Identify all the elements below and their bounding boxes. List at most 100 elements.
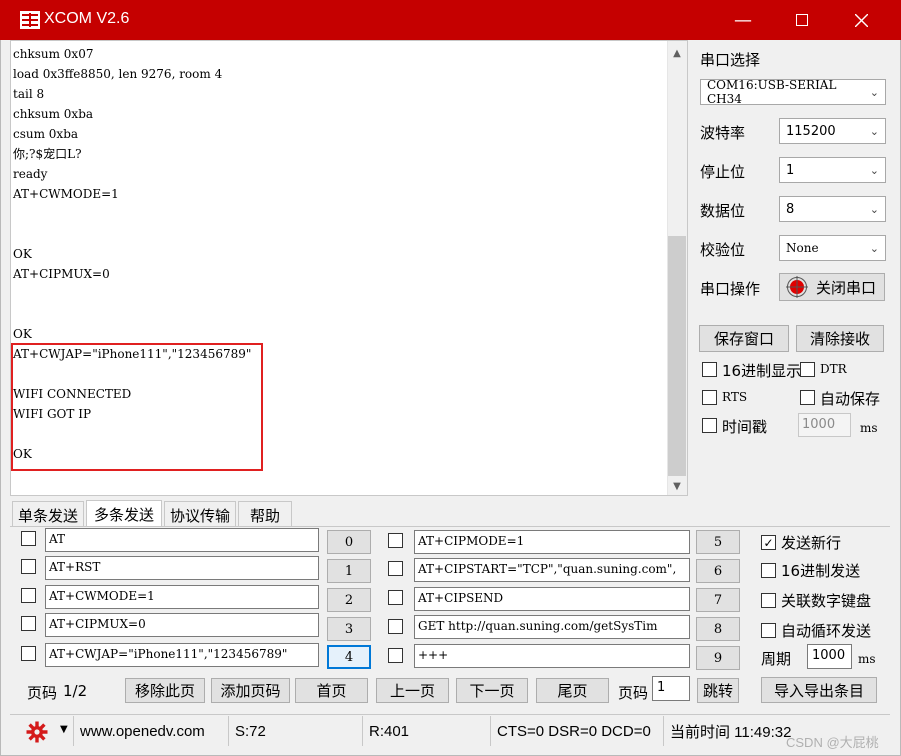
baud-select[interactable]: 115200 ⌄ bbox=[779, 118, 886, 144]
save-window-button[interactable]: 保存窗口 bbox=[699, 325, 789, 352]
page-value: 1/2 bbox=[63, 682, 88, 700]
send-button[interactable]: 1 bbox=[327, 559, 371, 583]
chevron-down-icon: ⌄ bbox=[869, 163, 879, 177]
port-status-icon bbox=[786, 276, 808, 298]
rts-checkbox[interactable] bbox=[702, 390, 717, 405]
data-bits-select[interactable]: 8 ⌄ bbox=[779, 196, 886, 222]
send-input[interactable]: +++ bbox=[414, 644, 690, 668]
send-button[interactable]: 5 bbox=[696, 530, 740, 554]
stop-bits-label: 停止位 bbox=[700, 163, 746, 181]
page-label: 页码 bbox=[27, 684, 58, 702]
send-button[interactable]: 8 bbox=[696, 617, 740, 641]
timestamp-input[interactable]: 1000 bbox=[798, 413, 851, 437]
dtr-checkbox[interactable] bbox=[800, 362, 815, 377]
send-button[interactable]: 0 bbox=[327, 530, 371, 554]
row-checkbox[interactable] bbox=[388, 619, 403, 634]
menu-dropdown-icon[interactable]: ▼ bbox=[60, 724, 68, 735]
hex-display-checkbox[interactable] bbox=[702, 362, 717, 377]
timestamp-unit: ms bbox=[860, 421, 878, 435]
stop-bits-value: 1 bbox=[786, 162, 795, 178]
row-checkbox[interactable] bbox=[21, 559, 36, 574]
send-newline-checkbox[interactable]: ✓ bbox=[761, 535, 776, 550]
send-button[interactable]: 2 bbox=[327, 588, 371, 612]
receive-line: load 0x3ffe8850, len 9276, room 4 bbox=[13, 67, 223, 81]
remove-page-button[interactable]: 移除此页 bbox=[125, 678, 205, 703]
port-select[interactable]: COM16:USB-SERIAL CH34 ⌄ bbox=[700, 78, 886, 106]
row-checkbox[interactable] bbox=[388, 590, 403, 605]
send-input[interactable]: AT+CIPSTART="TCP","quan.suning.com", bbox=[414, 558, 690, 582]
window-title: XCOM V2.6 bbox=[44, 10, 130, 27]
send-input[interactable]: AT+CIPSEND bbox=[414, 587, 690, 611]
jump-button[interactable]: 跳转 bbox=[697, 678, 739, 703]
row-checkbox[interactable] bbox=[21, 588, 36, 603]
row-checkbox[interactable] bbox=[21, 646, 36, 661]
clear-receive-button[interactable]: 清除接收 bbox=[796, 325, 884, 352]
dtr-label: DTR bbox=[820, 362, 847, 376]
xcom-logo-icon bbox=[20, 11, 40, 29]
scroll-up-icon[interactable]: ▲ bbox=[668, 44, 686, 62]
row-checkbox[interactable] bbox=[388, 561, 403, 576]
tab-multi-send[interactable]: 多条发送 bbox=[86, 500, 162, 528]
data-bits-label: 数据位 bbox=[700, 202, 746, 220]
receive-line bbox=[13, 204, 663, 224]
send-button[interactable]: 4 bbox=[327, 645, 371, 669]
chevron-down-icon: ⌄ bbox=[869, 202, 879, 216]
baud-label: 波特率 bbox=[700, 124, 746, 142]
baud-value: 115200 bbox=[786, 123, 836, 139]
receive-line: 你;?$宠口L? bbox=[13, 147, 82, 161]
send-button[interactable]: 3 bbox=[327, 617, 371, 641]
tab-help[interactable]: 帮助 bbox=[238, 501, 292, 528]
tab-protocol[interactable]: 协议传输 bbox=[164, 501, 236, 528]
scrollbar-thumb[interactable] bbox=[668, 236, 686, 476]
add-page-button[interactable]: 添加页码 bbox=[211, 678, 290, 703]
checkmark-icon: ✓ bbox=[763, 535, 774, 550]
stop-bits-select[interactable]: 1 ⌄ bbox=[779, 157, 886, 183]
tab-single-send[interactable]: 单条发送 bbox=[12, 501, 84, 528]
keypad-label: 关联数字键盘 bbox=[781, 592, 872, 610]
send-input[interactable]: AT+CIPMODE=1 bbox=[414, 530, 690, 554]
maximize-button[interactable] bbox=[772, 0, 832, 40]
keypad-checkbox[interactable] bbox=[761, 593, 776, 608]
close-button[interactable] bbox=[831, 0, 891, 40]
parity-select[interactable]: None ⌄ bbox=[779, 235, 886, 261]
receive-line: chksum 0xba bbox=[13, 107, 94, 121]
auto-loop-checkbox[interactable] bbox=[761, 623, 776, 638]
send-button[interactable]: 9 bbox=[696, 646, 740, 670]
port-value: COM16:USB-SERIAL CH34 bbox=[707, 78, 837, 106]
send-button[interactable]: 6 bbox=[696, 559, 740, 583]
row-checkbox[interactable] bbox=[21, 531, 36, 546]
timestamp-checkbox[interactable] bbox=[702, 418, 717, 433]
prev-page-button[interactable]: 上一页 bbox=[376, 678, 449, 703]
last-page-button[interactable]: 尾页 bbox=[536, 678, 609, 703]
send-input[interactable]: AT bbox=[45, 528, 319, 552]
receive-line bbox=[13, 304, 663, 324]
line-status: CTS=0 DSR=0 DCD=0 bbox=[490, 716, 662, 746]
auto-save-label: 自动保存 bbox=[820, 390, 881, 408]
parity-value: None bbox=[786, 241, 819, 255]
row-checkbox[interactable] bbox=[21, 616, 36, 631]
receive-line: OK bbox=[13, 327, 32, 341]
hex-send-checkbox[interactable] bbox=[761, 563, 776, 578]
received-count: R:401 bbox=[362, 716, 490, 746]
send-input[interactable]: GET http://quan.suning.com/getSysTim bbox=[414, 615, 690, 639]
send-input[interactable]: AT+CWJAP="iPhone111","123456789" bbox=[45, 643, 319, 667]
chevron-down-icon: ⌄ bbox=[869, 85, 879, 99]
first-page-button[interactable]: 首页 bbox=[295, 678, 368, 703]
watermark: CSDN @大屁桃 bbox=[786, 735, 879, 750]
next-page-button[interactable]: 下一页 bbox=[456, 678, 528, 703]
row-checkbox[interactable] bbox=[388, 648, 403, 663]
website-link[interactable]: www.openedv.com bbox=[73, 716, 225, 746]
row-checkbox[interactable] bbox=[388, 533, 403, 548]
send-input[interactable]: AT+CWMODE=1 bbox=[45, 585, 319, 609]
gear-icon[interactable] bbox=[25, 720, 49, 744]
send-input[interactable]: AT+RST bbox=[45, 556, 319, 580]
send-button[interactable]: 7 bbox=[696, 588, 740, 612]
send-input[interactable]: AT+CIPMUX=0 bbox=[45, 613, 319, 637]
page-jump-input[interactable]: 1 bbox=[652, 676, 690, 701]
import-export-button[interactable]: 导入导出条目 bbox=[761, 677, 877, 703]
period-input[interactable]: 1000 bbox=[807, 644, 852, 669]
close-port-button[interactable]: 关闭串口 bbox=[779, 273, 885, 301]
scroll-down-icon[interactable]: ▼ bbox=[668, 477, 686, 495]
auto-save-checkbox[interactable] bbox=[800, 390, 815, 405]
minimize-button[interactable]: — bbox=[713, 0, 773, 40]
